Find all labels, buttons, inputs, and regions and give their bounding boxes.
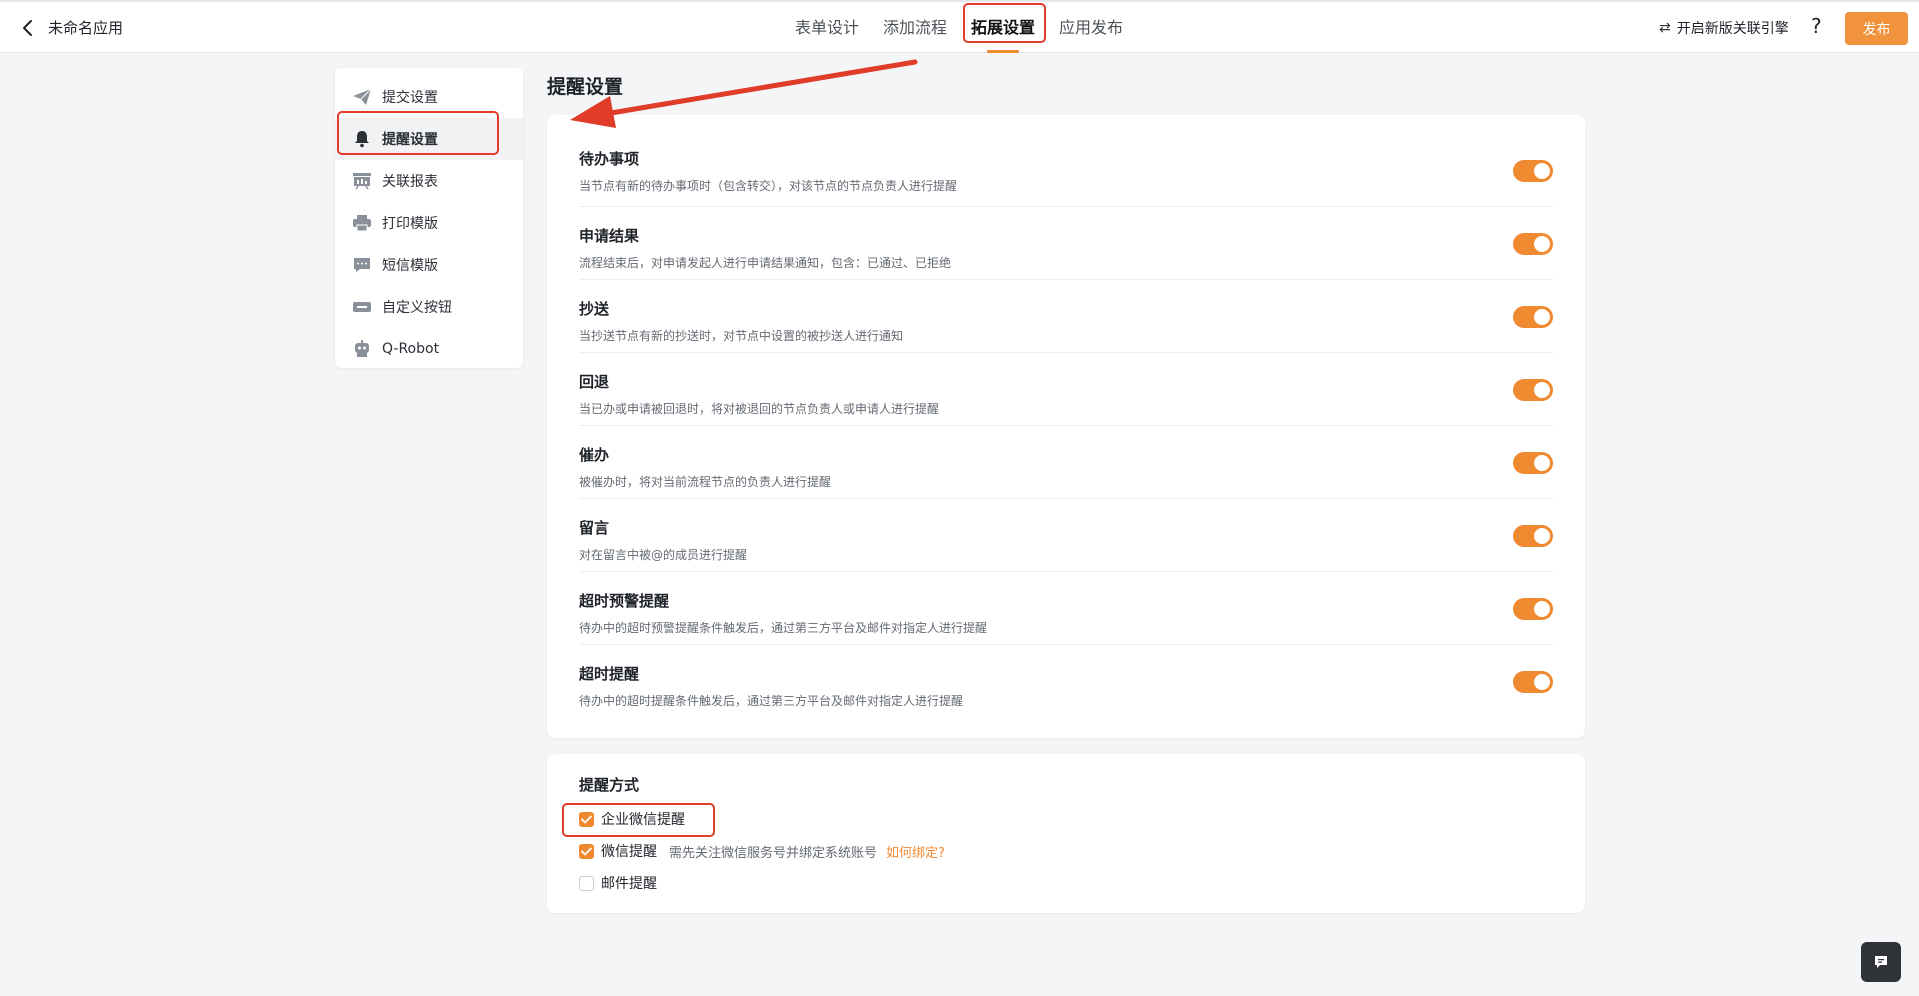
option-label: 企业微信提醒 [601, 812, 685, 828]
sidebar-item-q-robot[interactable]: Q-Robot [335, 328, 523, 370]
tab-add-process[interactable]: 添加流程 [873, 2, 957, 53]
comment-reminder-toggle[interactable] [1513, 525, 1553, 547]
sidebar-item-label: 自定义按钮 [382, 300, 452, 316]
publish-button[interactable]: 发布 [1845, 12, 1908, 45]
engine-label: 开启新版关联引擎 [1676, 21, 1789, 37]
reminder-description: 被催办时，将对当前流程节点的负责人进行提醒 [579, 475, 832, 489]
sidebar-item-label: 短信模版 [382, 258, 438, 274]
back-icon[interactable] [18, 17, 38, 39]
paper-plane-icon [352, 88, 372, 106]
top-tabs: 表单设计 添加流程 拓展设置 应用发布 [783, 2, 1135, 53]
message-icon [352, 256, 372, 274]
sidebar-item-label: 关联报表 [382, 174, 438, 190]
todo-reminder-toggle[interactable] [1513, 160, 1553, 182]
printer-icon [352, 214, 372, 232]
reminder-description: 对在留言中被@的成员进行提醒 [579, 548, 748, 562]
reminder-title: 催办 [579, 446, 610, 464]
reminder-methods-card: 提醒方式 企业微信提醒 微信提醒 需先关注微信服务号并绑定系统账号 如何绑定? … [547, 754, 1585, 913]
wechat-reminder-checkbox[interactable] [579, 843, 594, 859]
help-icon[interactable]: ? [1811, 14, 1822, 38]
reminder-methods-title: 提醒方式 [579, 776, 640, 794]
chat-icon [1875, 956, 1887, 968]
reminder-title: 回退 [579, 373, 610, 391]
bell-icon [352, 130, 372, 148]
sidebar-item-label: 打印模版 [382, 216, 438, 232]
custom-button-icon [352, 298, 372, 316]
tab-app-publish[interactable]: 应用发布 [1049, 2, 1133, 53]
reminder-row-timeout: 超时提醒 待办中的超时提醒条件触发后，通过第三方平台及邮件对指定人进行提醒 [579, 645, 1553, 718]
enable-new-engine-link[interactable]: ⇄ 开启新版关联引擎 [1659, 18, 1789, 38]
sidebar-item-submit-settings[interactable]: 提交设置 [335, 76, 523, 118]
report-icon [352, 172, 372, 190]
how-to-bind-link[interactable]: 如何绑定? [886, 842, 945, 861]
option-wechat-reminder[interactable]: 微信提醒 需先关注微信服务号并绑定系统账号 如何绑定? [579, 835, 1553, 867]
chat-button[interactable] [1861, 942, 1901, 982]
reminder-row-timeout-warning: 超时预警提醒 待办中的超时预警提醒条件触发后，通过第三方平台及邮件对指定人进行提… [579, 572, 1553, 645]
sidebar-item-print-templates[interactable]: 打印模版 [335, 202, 523, 244]
sidebar-item-sms-templates[interactable]: 短信模版 [335, 244, 523, 286]
reminder-title: 超时提醒 [579, 665, 640, 683]
urge-reminder-toggle[interactable] [1513, 452, 1553, 474]
sidebar-item-label: 提醒设置 [382, 132, 438, 148]
page-title: 提醒设置 [547, 76, 624, 98]
tab-extension-settings[interactable]: 拓展设置 [961, 2, 1045, 53]
robot-icon [352, 340, 372, 358]
reminder-description: 待办中的超时预警提醒条件触发后，通过第三方平台及邮件对指定人进行提醒 [579, 621, 988, 635]
wecom-reminder-checkbox[interactable] [579, 811, 594, 827]
reminder-row-result: 申请结果 流程结束后，对申请发起人进行申请结果通知，包含：已通过、已拒绝 [579, 207, 1553, 280]
reminder-row-cc: 抄送 当抄送节点有新的抄送时，对节点中设置的被抄送人进行通知 [579, 280, 1553, 353]
reminder-description: 流程结束后，对申请发起人进行申请结果通知，包含：已通过、已拒绝 [579, 256, 952, 270]
sidebar-item-linked-reports[interactable]: 关联报表 [335, 160, 523, 202]
sidebar-item-label: Q-Robot [382, 341, 440, 357]
top-bar: 未命名应用 表单设计 添加流程 拓展设置 应用发布 ⇄ 开启新版关联引擎 ? 发… [0, 0, 1919, 53]
settings-sidebar: 提交设置 提醒设置 关联报表 打印模版 短信模版 自定义按钮 Q-Robot [335, 68, 523, 368]
reminder-title: 申请结果 [579, 227, 640, 245]
tab-form-design[interactable]: 表单设计 [785, 2, 869, 53]
reminder-title: 超时预警提醒 [579, 592, 670, 610]
reminder-row-todo: 待办事项 当节点有新的待办事项时（包含转交），对该节点的节点负责人进行提醒 [579, 115, 1553, 207]
reminder-description: 当已办或申请被回退时，将对被退回的节点负责人或申请人进行提醒 [579, 402, 940, 416]
reminder-row-urge: 催办 被催办时，将对当前流程节点的负责人进行提醒 [579, 426, 1553, 499]
cc-reminder-toggle[interactable] [1513, 306, 1553, 328]
wechat-bind-hint: 需先关注微信服务号并绑定系统账号 [669, 845, 878, 861]
option-email-reminder[interactable]: 邮件提醒 [579, 867, 1553, 899]
reminder-description: 当抄送节点有新的抄送时，对节点中设置的被抄送人进行通知 [579, 329, 904, 343]
reminder-description: 待办中的超时提醒条件触发后，通过第三方平台及邮件对指定人进行提醒 [579, 694, 964, 708]
reminder-title: 待办事项 [579, 150, 640, 168]
sidebar-item-reminder-settings[interactable]: 提醒设置 [335, 118, 523, 160]
reminder-description: 当节点有新的待办事项时（包含转交），对该节点的节点负责人进行提醒 [579, 179, 958, 193]
option-label: 邮件提醒 [601, 876, 657, 892]
reminder-title: 抄送 [579, 300, 610, 318]
result-reminder-toggle[interactable] [1513, 233, 1553, 255]
option-label: 微信提醒 [601, 844, 657, 860]
sidebar-item-custom-buttons[interactable]: 自定义按钮 [335, 286, 523, 328]
email-reminder-checkbox[interactable] [579, 875, 594, 891]
reminder-title: 留言 [579, 519, 610, 537]
timeout-warning-toggle[interactable] [1513, 598, 1553, 620]
reminder-settings-card: 待办事项 当节点有新的待办事项时（包含转交），对该节点的节点负责人进行提醒 申请… [547, 115, 1585, 738]
reminder-row-comment: 留言 对在留言中被@的成员进行提醒 [579, 499, 1553, 572]
sidebar-item-label: 提交设置 [382, 90, 438, 106]
app-title: 未命名应用 [48, 19, 124, 37]
rollback-reminder-toggle[interactable] [1513, 379, 1553, 401]
swap-arrows-icon: ⇄ [1659, 20, 1671, 36]
reminder-row-rollback: 回退 当已办或申请被回退时，将对被退回的节点负责人或申请人进行提醒 [579, 353, 1553, 426]
option-wecom-reminder[interactable]: 企业微信提醒 [579, 803, 1553, 835]
timeout-reminder-toggle[interactable] [1513, 671, 1553, 693]
